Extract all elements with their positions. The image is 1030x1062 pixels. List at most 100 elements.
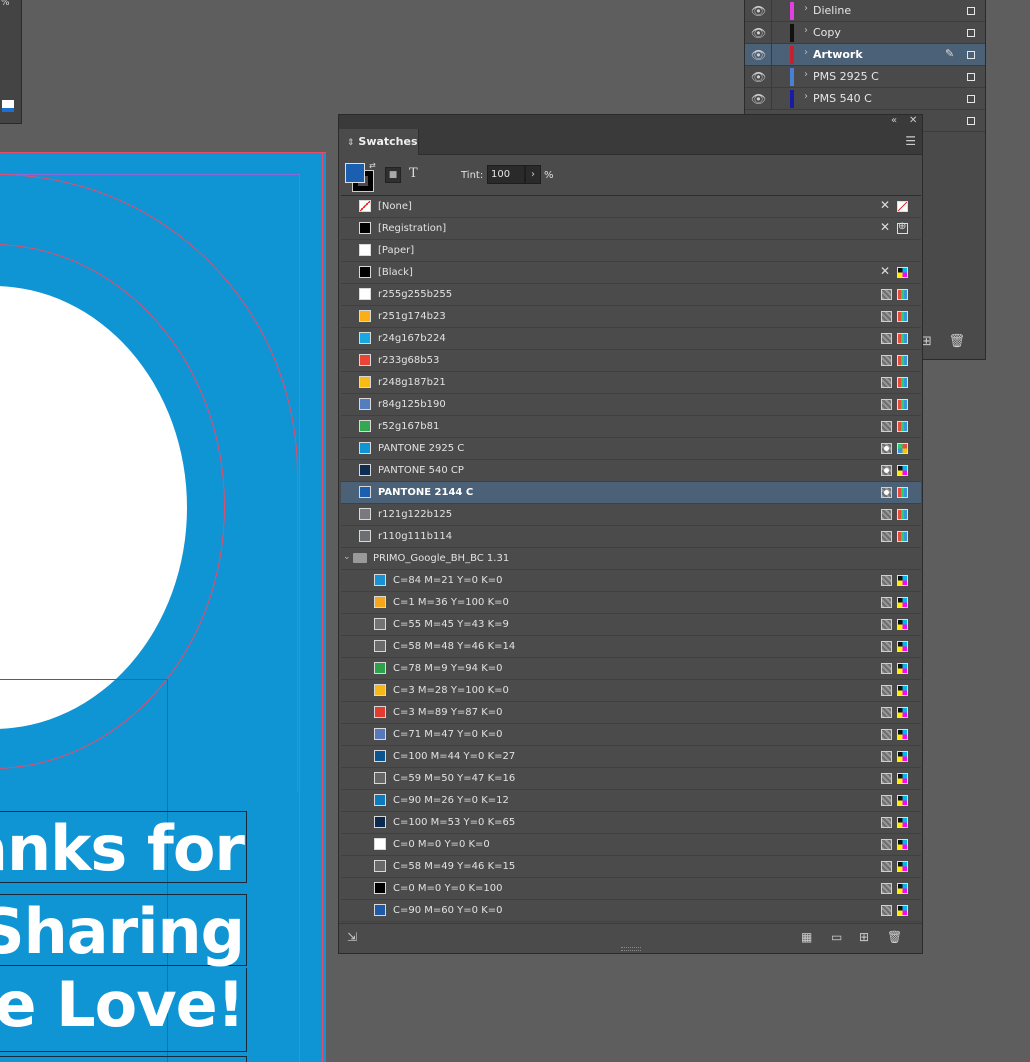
tab-swatches[interactable]: ⇕ Swatches xyxy=(339,129,419,155)
swatch-name: C=55 M=45 Y=43 K=9 xyxy=(393,619,509,630)
swatch-row[interactable]: r255g255b255 xyxy=(341,284,921,306)
swatch-row[interactable]: [Black] xyxy=(341,262,921,284)
layer-select-box[interactable] xyxy=(967,29,975,37)
lock-column[interactable] xyxy=(771,66,772,88)
fill-swatch[interactable] xyxy=(345,163,365,183)
place-swatches-icon[interactable]: ⇲ xyxy=(347,930,357,944)
formatting-container-button[interactable]: ■ xyxy=(385,167,401,183)
swatch-row[interactable]: [Registration] xyxy=(341,218,921,240)
text-frame-4[interactable] xyxy=(0,1056,247,1062)
panel-titlebar[interactable]: « ✕ xyxy=(339,115,922,129)
swatch-row[interactable]: r251g174b23 xyxy=(341,306,921,328)
swatch-chip xyxy=(359,508,371,520)
swatch-row[interactable]: [Paper] xyxy=(341,240,921,262)
group-swatch-row[interactable]: C=90 M=60 Y=0 K=0 xyxy=(341,900,921,922)
swatch-name: C=90 M=26 Y=0 K=12 xyxy=(393,795,509,806)
color-mode-icon xyxy=(897,575,908,586)
resize-grip[interactable] xyxy=(621,947,641,951)
swatch-row[interactable]: [None] xyxy=(341,196,921,218)
layer-row[interactable]: 👁 › Copy xyxy=(745,22,985,44)
lock-column[interactable] xyxy=(771,44,772,66)
visibility-eye-icon[interactable]: 👁 xyxy=(751,4,766,18)
group-swatch-row[interactable]: C=78 M=9 Y=94 K=0 xyxy=(341,658,921,680)
swatch-chip xyxy=(359,442,371,454)
swatch-row[interactable]: r248g187b21 xyxy=(341,372,921,394)
color-type-icon xyxy=(881,729,892,740)
text-frame-1[interactable]: anks for xyxy=(0,811,247,883)
group-swatch-row[interactable]: C=90 M=26 Y=0 K=12 xyxy=(341,790,921,812)
color-type-icon xyxy=(881,465,892,476)
fill-stroke-selector[interactable]: ⇄ xyxy=(345,161,376,192)
group-swatch-row[interactable]: C=71 M=47 Y=0 K=0 xyxy=(341,724,921,746)
swatch-row[interactable]: r121g122b125 xyxy=(341,504,921,526)
tint-input[interactable] xyxy=(487,165,525,184)
group-swatch-row[interactable]: C=84 M=21 Y=0 K=0 xyxy=(341,570,921,592)
expand-chevron-icon[interactable]: › xyxy=(804,3,808,14)
layer-select-box[interactable] xyxy=(967,117,975,125)
swatch-row[interactable]: r24g167b224 xyxy=(341,328,921,350)
layer-select-box[interactable] xyxy=(967,73,975,81)
swatch-row[interactable]: r233g68b53 xyxy=(341,350,921,372)
swap-fill-stroke-icon[interactable]: ⇄ xyxy=(369,161,376,170)
visibility-eye-icon[interactable]: 👁 xyxy=(751,92,766,106)
color-mode-icon xyxy=(897,839,908,850)
layer-row[interactable]: 👁 › PMS 540 C xyxy=(745,88,985,110)
panel-menu-icon[interactable]: ☰ xyxy=(905,134,916,148)
formatting-text-button[interactable]: T xyxy=(409,166,418,181)
group-swatch-row[interactable]: C=0 M=0 Y=0 K=0 xyxy=(341,834,921,856)
expand-chevron-icon[interactable]: › xyxy=(804,47,808,58)
swatch-views-icon[interactable]: ▦ xyxy=(801,930,812,944)
group-swatch-row[interactable]: C=3 M=28 Y=100 K=0 xyxy=(341,680,921,702)
swatch-chip xyxy=(374,574,386,586)
group-swatch-row[interactable]: C=58 M=48 Y=46 K=14 xyxy=(341,636,921,658)
group-swatch-row[interactable]: C=100 M=53 Y=0 K=65 xyxy=(341,812,921,834)
swatch-row[interactable]: r110g111b114 xyxy=(341,526,921,548)
expand-chevron-icon[interactable]: › xyxy=(804,69,808,80)
swatch-list: [None] [Registration] [Paper] [Black] r255g2… xyxy=(341,195,921,922)
layer-row[interactable]: 👁 › Dieline xyxy=(745,0,985,22)
layer-select-box[interactable] xyxy=(967,7,975,15)
swatch-row[interactable]: PANTONE 540 CP xyxy=(341,460,921,482)
swatch-row[interactable]: PANTONE 2144 C xyxy=(341,482,921,504)
expand-chevron-icon[interactable]: › xyxy=(804,25,808,36)
swatch-row[interactable]: r84g125b190 xyxy=(341,394,921,416)
new-color-group-icon[interactable]: ▭ xyxy=(831,930,842,944)
visibility-eye-icon[interactable]: 👁 xyxy=(751,70,766,84)
layer-select-box[interactable] xyxy=(967,51,975,59)
group-chevron-icon[interactable]: ⌄ xyxy=(343,552,351,562)
group-swatch-row[interactable]: C=58 M=49 Y=46 K=15 xyxy=(341,856,921,878)
swatch-name: C=59 M=50 Y=47 K=16 xyxy=(393,773,516,784)
swatch-row[interactable]: r52g167b81 xyxy=(341,416,921,438)
group-swatch-row[interactable]: C=0 M=0 Y=0 K=100 xyxy=(341,878,921,900)
group-swatch-row[interactable]: C=55 M=45 Y=43 K=9 xyxy=(341,614,921,636)
swatch-row[interactable]: PANTONE 2925 C xyxy=(341,438,921,460)
tint-dropdown-button[interactable]: › xyxy=(525,165,541,184)
swatch-name: C=90 M=60 Y=0 K=0 xyxy=(393,905,503,916)
layer-row[interactable]: 👁 › PMS 2925 C xyxy=(745,66,985,88)
collapse-icon[interactable]: « xyxy=(891,115,897,126)
lock-column[interactable] xyxy=(771,0,772,22)
lock-column[interactable] xyxy=(771,22,772,44)
text-frame-2[interactable]: Sharing xyxy=(0,894,247,966)
group-swatch-row[interactable]: C=1 M=36 Y=100 K=0 xyxy=(341,592,921,614)
group-swatch-row[interactable]: C=100 M=44 Y=0 K=27 xyxy=(341,746,921,768)
lock-column[interactable] xyxy=(771,88,772,110)
bleed-right xyxy=(322,152,323,1062)
new-swatch-icon[interactable]: ⊞ xyxy=(859,930,869,944)
color-group-row[interactable]: ⌄ PRIMO_Google_BH_BC 1.31 xyxy=(341,548,921,570)
mini-slider[interactable] xyxy=(2,100,14,112)
text-frame-3[interactable]: ne Love! xyxy=(0,968,247,1052)
swatch-name: r84g125b190 xyxy=(378,399,446,410)
group-swatch-row[interactable]: C=59 M=50 Y=47 K=16 xyxy=(341,768,921,790)
layer-select-box[interactable] xyxy=(967,95,975,103)
expand-chevron-icon[interactable]: › xyxy=(804,91,808,102)
delete-swatch-icon[interactable]: 🗑 xyxy=(887,930,902,944)
group-swatch-row[interactable]: C=3 M=89 Y=87 K=0 xyxy=(341,702,921,724)
visibility-eye-icon[interactable]: 👁 xyxy=(751,26,766,40)
close-icon[interactable]: ✕ xyxy=(909,115,917,126)
layer-name: Artwork xyxy=(813,48,863,61)
visibility-eye-icon[interactable]: 👁 xyxy=(751,48,766,62)
color-mode-icon xyxy=(897,509,908,520)
delete-layer-icon[interactable]: 🗑 xyxy=(948,334,965,349)
layer-row[interactable]: 👁 › Artwork ✎ xyxy=(745,44,985,66)
